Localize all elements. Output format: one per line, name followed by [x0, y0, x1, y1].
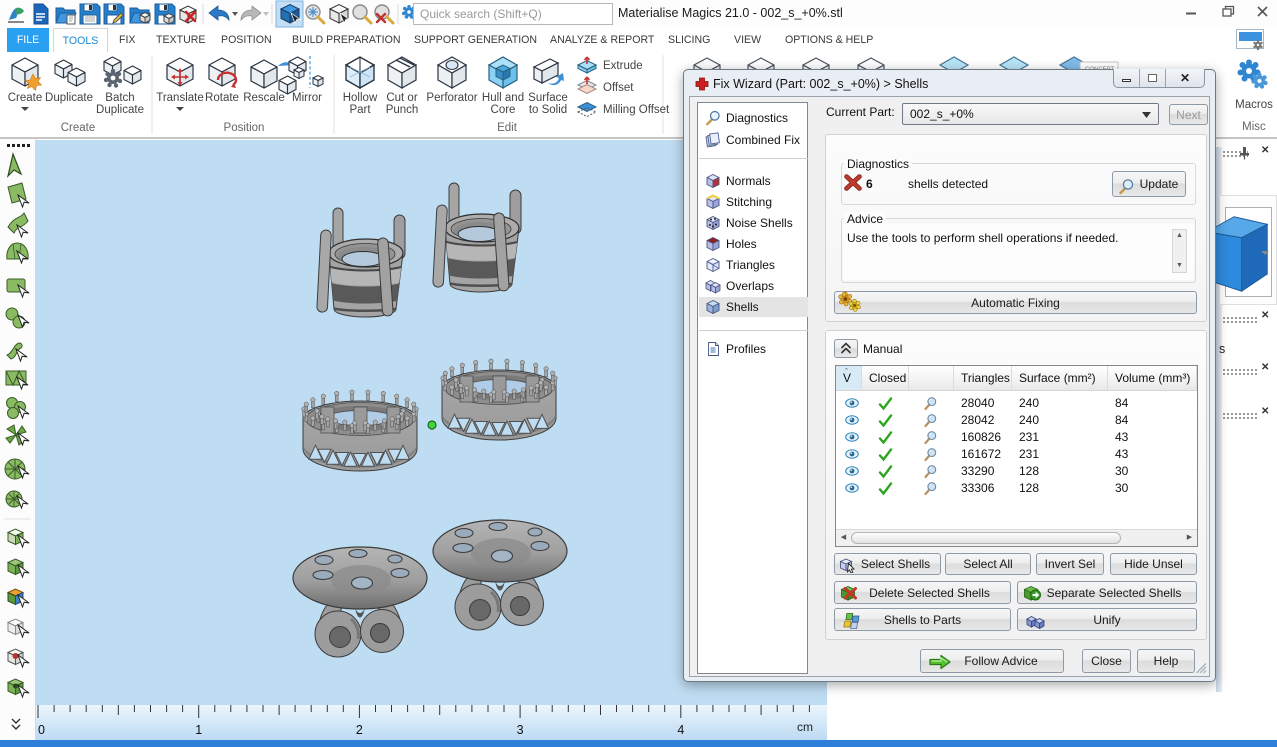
svg-text:3: 3 — [517, 723, 524, 737]
svg-text:Macros: Macros — [1235, 99, 1273, 111]
svg-text:Misc: Misc — [1242, 121, 1266, 133]
svg-text:2: 2 — [356, 723, 363, 737]
svg-text:1: 1 — [195, 723, 202, 737]
svg-text:0: 0 — [38, 723, 45, 737]
svg-text:4: 4 — [677, 723, 684, 737]
svg-text:cm: cm — [797, 720, 813, 734]
